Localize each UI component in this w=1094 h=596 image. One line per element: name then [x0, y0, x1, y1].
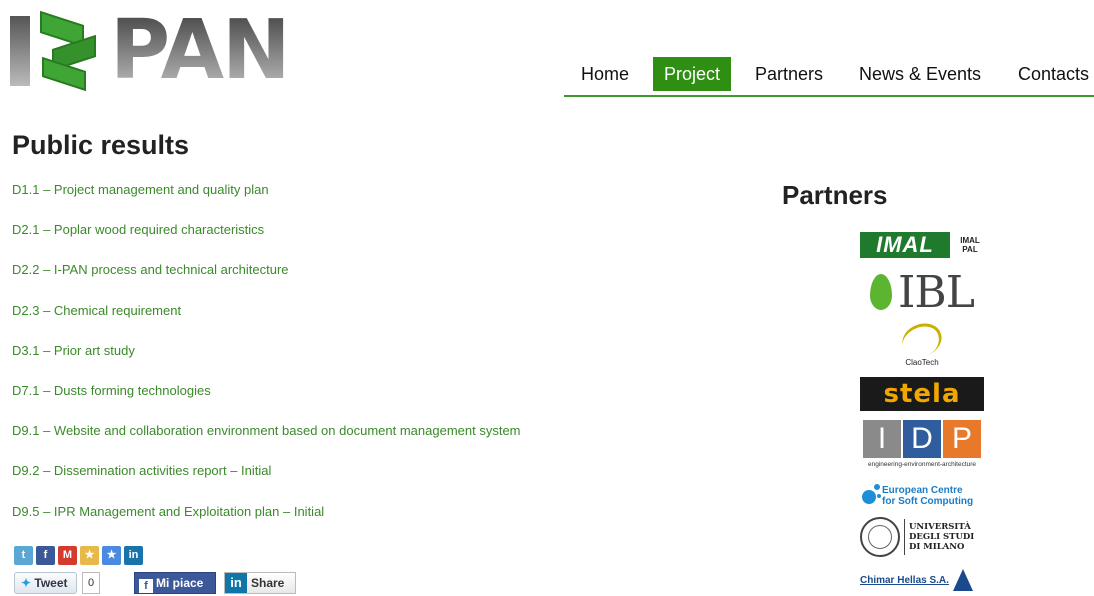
- linkedin-icon[interactable]: in: [124, 546, 143, 565]
- result-link-d1-1[interactable]: D1.1 – Project management and quality pl…: [12, 182, 572, 222]
- partner-logo-idp[interactable]: I D P engineering-environment-architectu…: [860, 418, 984, 470]
- result-link-d7-1[interactable]: D7.1 – Dusts forming technologies: [12, 383, 572, 423]
- ibl-wordmark: IBL: [898, 266, 975, 318]
- tweet-button[interactable]: ✦ Tweet: [14, 572, 77, 594]
- unimi-line-3: DI MILANO: [909, 542, 965, 552]
- result-link-d2-3[interactable]: D2.3 – Chemical requirement: [12, 303, 572, 343]
- nav-partners[interactable]: Partners: [744, 57, 834, 91]
- share-label: Share: [251, 576, 285, 590]
- linkedin-icon: in: [225, 573, 247, 593]
- result-link-d3-1[interactable]: D3.1 – Prior art study: [12, 343, 572, 383]
- result-link-d9-5[interactable]: D9.5 – IPR Management and Exploitation p…: [12, 504, 572, 544]
- like-label: Mi piace: [156, 576, 204, 590]
- nav-home[interactable]: Home: [570, 57, 640, 91]
- result-link-d9-2[interactable]: D9.2 – Dissemination activities report –…: [12, 463, 572, 503]
- idp-tagline: engineering-environment-architecture: [867, 461, 977, 468]
- tweet-label: Tweet: [34, 576, 68, 590]
- partner-logo-unimi[interactable]: UNIVERSITÀ DEGLI STUDI DI MILANO: [860, 515, 984, 559]
- twitter-icon[interactable]: t: [14, 546, 33, 565]
- sidebar-partners-title: Partners: [782, 180, 888, 210]
- logo-letter-i: [10, 16, 30, 86]
- logo-wordmark: PAN: [110, 3, 291, 98]
- public-results-list: D1.1 – Project management and quality pl…: [12, 182, 572, 544]
- partner-logo-ibl[interactable]: IBL: [860, 266, 984, 318]
- tweet-count: 0: [82, 572, 100, 594]
- page-title: Public results: [12, 130, 190, 160]
- result-link-d2-2[interactable]: D2.2 – I-PAN process and technical archi…: [12, 262, 572, 302]
- ecsc-line-2: for Soft Computing: [882, 496, 974, 507]
- partner-logo-ecsc[interactable]: European Centre for Soft Computing: [860, 479, 984, 513]
- partner-logo-claotech[interactable]: ClaoTech: [860, 320, 984, 370]
- ibl-leaf-icon: [870, 274, 893, 310]
- idp-letter-p: P: [943, 420, 981, 458]
- ecsc-dots-icon: [860, 482, 882, 510]
- gmail-icon[interactable]: M: [58, 546, 77, 565]
- nav-contacts[interactable]: Contacts: [1007, 57, 1094, 91]
- nav-project[interactable]: Project: [653, 57, 732, 91]
- ecsc-line-1: European Centre: [882, 485, 963, 496]
- partner-logo-stela[interactable]: stela: [860, 377, 984, 411]
- facebook-like-button[interactable]: f Mi piace: [134, 572, 216, 594]
- stela-wordmark: stela: [883, 379, 961, 409]
- partner-logo-imal[interactable]: IMAL IMAL PAL: [860, 228, 984, 262]
- claotech-wordmark: ClaoTech: [905, 357, 939, 367]
- favorite-star-icon[interactable]: ★: [80, 546, 99, 565]
- logo-cube-mark-icon: [36, 10, 102, 92]
- unimi-line-2: DEGLI STUDI: [909, 532, 975, 542]
- partner-logo-chimar[interactable]: Chimar Hellas S.A.: [860, 564, 984, 596]
- linkedin-share-button[interactable]: in Share: [224, 572, 296, 594]
- result-link-d2-1[interactable]: D2.1 – Poplar wood required characterist…: [12, 222, 572, 262]
- idp-letter-i: I: [863, 420, 901, 458]
- twitter-bird-icon: ✦: [21, 576, 32, 590]
- facebook-icon: f: [139, 579, 153, 593]
- idp-letter-d: D: [903, 420, 941, 458]
- imal-wordmark: IMAL: [860, 232, 950, 258]
- claotech-swirl-icon: [897, 320, 947, 362]
- social-share-icons: t f M ★ ★ in: [14, 546, 143, 565]
- site-logo[interactable]: PAN: [10, 3, 292, 98]
- chimar-triangle-icon: [952, 569, 973, 591]
- facebook-icon[interactable]: f: [36, 546, 55, 565]
- nav-news-events[interactable]: News & Events: [848, 57, 992, 91]
- imal-pal-mark: IMAL PAL: [960, 236, 980, 254]
- unimi-seal-icon: [860, 517, 900, 557]
- unimi-line-1: UNIVERSITÀ: [909, 522, 971, 532]
- chimar-wordmark: Chimar Hellas S.A.: [860, 574, 949, 586]
- main-nav: Home Project Partners News & Events Cont…: [564, 57, 1094, 97]
- result-link-d9-1[interactable]: D9.1 – Website and collaboration environ…: [12, 423, 572, 463]
- google-bookmarks-icon[interactable]: ★: [102, 546, 121, 565]
